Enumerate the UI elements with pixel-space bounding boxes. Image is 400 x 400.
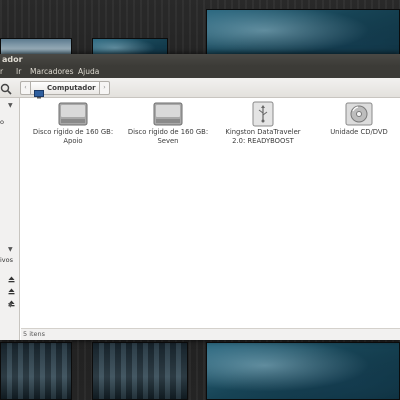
eject-icon[interactable] (8, 292, 15, 307)
menu-item-go[interactable]: Ir (16, 66, 21, 78)
wallpaper-photo (0, 342, 72, 400)
device-label: Disco rígido de 160 GB: Seven (127, 128, 209, 145)
hard-drive-icon (153, 101, 183, 127)
sidebar-item-label[interactable]: o (0, 118, 4, 126)
device-label: Kingston DataTraveler 2.0: READYBOOST (225, 128, 301, 145)
window-titlebar[interactable]: ador (0, 54, 400, 66)
usb-drive-icon (248, 101, 278, 127)
collapse-arrow-icon[interactable]: ▼ (8, 246, 13, 253)
optical-drive-icon (344, 101, 374, 127)
menu-item-edit[interactable]: r (0, 66, 3, 78)
device-label: Disco rígido de 160 GB: Apoio (32, 128, 114, 145)
collapse-arrow-icon[interactable]: ▼ (8, 302, 13, 309)
menu-item-help[interactable]: Ajuda (78, 66, 99, 78)
sidebar: ▼ o ▼ ivos ▼ (0, 98, 20, 340)
eject-icon[interactable] (8, 268, 15, 283)
location-label: Computador (47, 84, 96, 92)
menu-item-bookmarks[interactable]: Marcadores (30, 66, 74, 78)
wallpaper-photo (206, 342, 400, 400)
item-count: 5 itens (23, 330, 46, 338)
wallpaper-photo (92, 342, 188, 400)
hard-drive-icon (58, 101, 88, 127)
path-forward-button[interactable]: › (100, 81, 110, 95)
file-manager-window: ador r Ir Marcadores Ajuda ‹ Computador … (0, 54, 400, 340)
file-view: Disco rígido de 160 GB: Apoio Disco rígi… (21, 99, 400, 328)
collapse-arrow-icon[interactable]: ▼ (8, 102, 13, 109)
computer-icon (34, 84, 44, 99)
path-back-button[interactable]: ‹ (20, 81, 30, 95)
menu-bar: r Ir Marcadores Ajuda (0, 66, 400, 78)
search-icon[interactable] (0, 81, 14, 95)
device-label: Unidade CD/DVD (330, 128, 388, 136)
location-button-computer[interactable]: Computador (30, 81, 100, 99)
status-bar: 5 itens (21, 328, 400, 340)
window-title: ador (2, 55, 23, 64)
toolbar: ‹ Computador › (0, 78, 400, 99)
eject-icon[interactable] (8, 280, 15, 295)
sidebar-item-label[interactable]: ivos (0, 256, 13, 264)
